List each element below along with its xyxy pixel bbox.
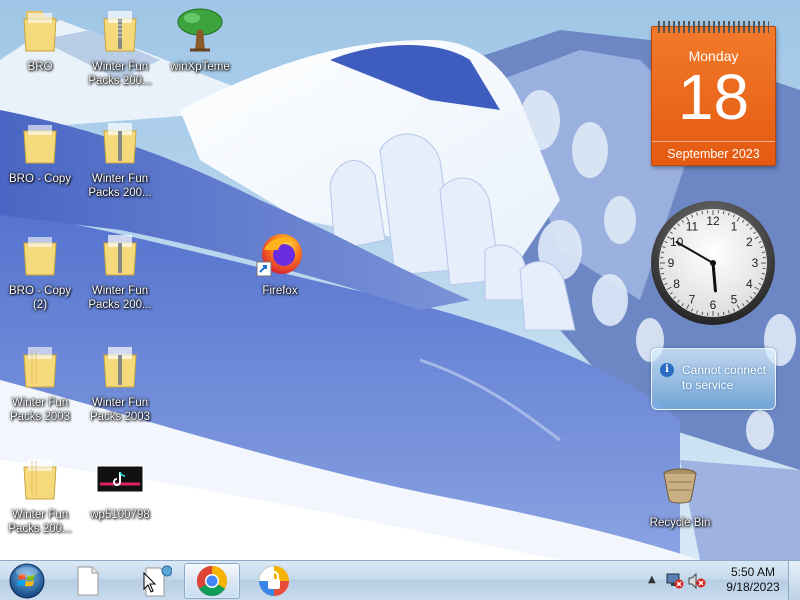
desktop-icon-winter-fun-packs-folder[interactable]: Winter Fun Packs 200...	[0, 454, 80, 536]
clock-tick	[761, 272, 765, 275]
clock-tick	[722, 311, 725, 315]
calendar-month-year: September 2023	[652, 141, 775, 165]
start-button[interactable]	[4, 562, 50, 600]
clock-tick	[661, 272, 665, 275]
taskbar-pinned-chrome[interactable]	[184, 563, 240, 599]
system-tray: ▲ 5:50 AM 9/18/2023	[640, 561, 800, 600]
desktop-icon-label: Winter Fun Packs 200...	[88, 285, 152, 311]
calendar-gadget[interactable]: Monday 18 September 2023	[651, 21, 776, 166]
desktop-icon-label: Firefox	[262, 285, 298, 297]
tiktok-image-icon	[96, 454, 144, 502]
desktop-icon-label: Winter Fun Packs 200...	[8, 509, 72, 535]
clock-numeral: 9	[668, 256, 675, 270]
calendar-binding-rings	[658, 21, 769, 33]
folder-icon	[16, 6, 64, 54]
desktop-icon-label: BRO - Copy (2)	[9, 285, 71, 311]
clock-numeral: 11	[686, 220, 699, 234]
desktop-icon-label: Winter Fun Packs 2003	[9, 397, 71, 423]
taskbar-pinned-lock-app[interactable]	[246, 563, 302, 599]
desktop-icon-winter-fun-packs-2003-folder[interactable]: Winter Fun Packs 2003	[0, 342, 80, 424]
desktop-icon-winter-fun-packs-zip[interactable]: Winter Fun Packs 200...	[80, 118, 160, 200]
gadget-error-message: Cannot connect to service	[682, 363, 767, 392]
zip-folder-icon	[96, 342, 144, 390]
zip-folder-icon	[96, 230, 144, 278]
desktop-icon-winter-fun-packs-zip[interactable]: Winter Fun Packs 200...	[80, 6, 160, 88]
desktop-icon-bro-copy[interactable]: BRO - Copy	[0, 118, 80, 186]
clock-tick	[761, 251, 765, 254]
desktop-icon-label: BRO	[27, 61, 53, 73]
chrome-icon	[196, 566, 228, 597]
firefox-icon	[256, 230, 304, 278]
folder-icon	[16, 454, 64, 502]
taskbar-time: 5:50 AM	[730, 565, 776, 579]
taskbar-clock[interactable]: 5:50 AM 9/18/2023	[718, 565, 788, 595]
desktop-icon-bro[interactable]: BRO	[0, 6, 80, 74]
calendar-date: 18	[677, 61, 750, 133]
taskbar-date: 9/18/2023	[726, 580, 780, 594]
tree-icon	[176, 6, 224, 54]
lock-app-icon	[258, 565, 290, 597]
desktop-icon-winxpteme[interactable]: winXpTeme	[160, 6, 240, 74]
clock-numeral: 8	[673, 277, 680, 291]
recycle-bin-icon	[656, 462, 704, 510]
clock-tick	[661, 251, 665, 254]
taskbar: ▲ 5:50 AM 9/18/2023	[0, 560, 800, 600]
weather-error-gadget[interactable]: i Cannot connect to service	[651, 348, 776, 410]
desktop-icon-recycle-bin[interactable]: Recycle Bin	[640, 462, 720, 530]
network-error-icon[interactable]	[666, 573, 684, 589]
windows-start-orb-icon	[9, 563, 45, 599]
folder-icon	[16, 342, 64, 390]
notepad-document-icon	[143, 565, 172, 597]
show-hidden-icons-arrow[interactable]: ▲	[648, 574, 656, 585]
desktop-icon-label: Winter Fun Packs 2003	[89, 397, 151, 423]
desktop-icon-bro-copy-2[interactable]: BRO - Copy (2)	[0, 230, 80, 312]
clock-numeral: 7	[689, 292, 696, 306]
clock-numeral: 3	[752, 256, 759, 270]
zip-folder-icon	[96, 118, 144, 166]
desktop-icon-winter-fun-packs-2003-zip[interactable]: Winter Fun Packs 2003	[80, 342, 160, 424]
clock-tick	[722, 211, 725, 215]
clock-numeral: 2	[746, 235, 753, 249]
show-desktop-button[interactable]	[788, 561, 800, 600]
desktop-icon-label: Recycle Bin	[649, 517, 711, 529]
clock-numeral: 6	[710, 298, 717, 312]
desktop-icon-label: Winter Fun Packs 200...	[88, 173, 152, 199]
desktop-icon-label: wp5100798	[90, 509, 150, 521]
desktop-icon-winter-fun-packs-zip[interactable]: Winter Fun Packs 200...	[80, 230, 160, 312]
zip-folder-icon	[96, 6, 144, 54]
clock-tick	[701, 211, 704, 215]
clock-gadget[interactable]: 1234567891011 12	[650, 200, 776, 326]
desktop-icon-firefox[interactable]: Firefox	[240, 230, 320, 298]
clock-numeral: 12	[706, 214, 720, 228]
desktop-icon-label: BRO - Copy	[9, 173, 71, 185]
info-icon: i	[660, 363, 674, 377]
blank-document-icon	[77, 566, 99, 596]
desktop-icon-label: winXpTeme	[170, 61, 230, 73]
folder-icon	[16, 230, 64, 278]
clock-numeral: 4	[746, 277, 753, 291]
taskbar-pinned-notepad[interactable]	[124, 563, 180, 599]
taskbar-pinned-blank-document[interactable]	[60, 563, 116, 599]
clock-tick	[701, 311, 704, 315]
clock-numeral: 5	[731, 292, 738, 306]
folder-icon	[16, 118, 64, 166]
volume-muted-icon[interactable]	[688, 573, 706, 589]
clock-numeral: 1	[731, 220, 738, 234]
desktop-icon-label: Winter Fun Packs 200...	[88, 61, 152, 87]
desktop-icon-wp5100798[interactable]: wp5100798	[80, 454, 160, 522]
